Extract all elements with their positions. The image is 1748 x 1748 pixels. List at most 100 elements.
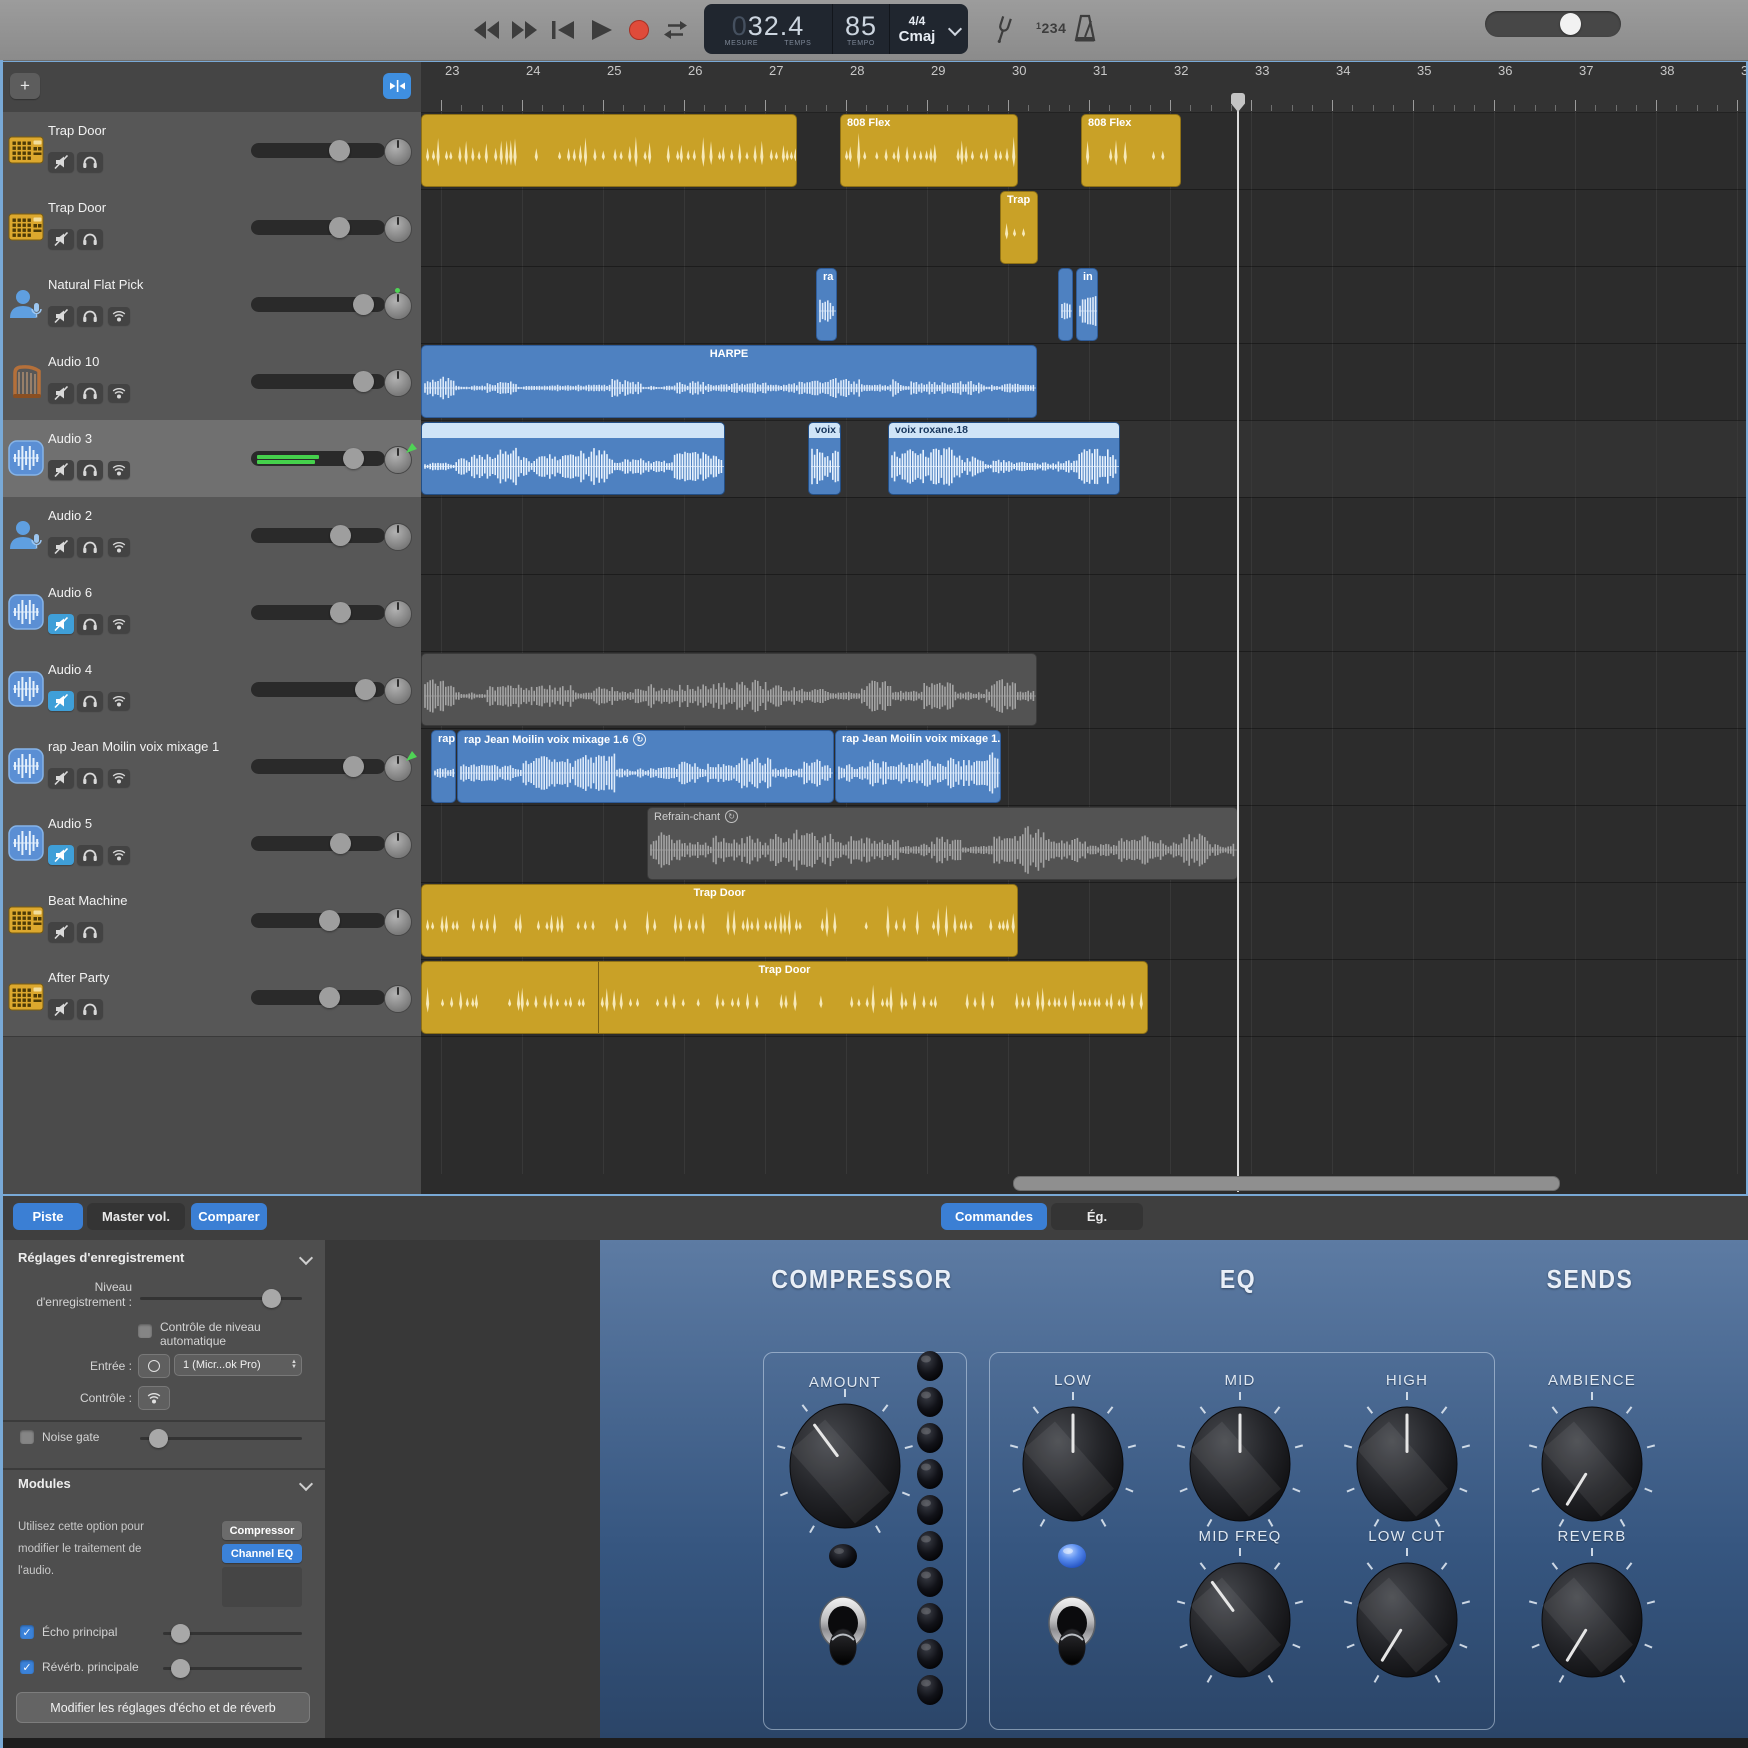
volume-thumb[interactable]: [330, 525, 351, 546]
solo-button[interactable]: [77, 845, 103, 865]
input-monitoring-button[interactable]: [108, 769, 130, 787]
volume-thumb[interactable]: [319, 987, 340, 1008]
volume-thumb[interactable]: [329, 217, 350, 238]
toggle-switch[interactable]: [814, 1590, 872, 1681]
knob-reverb[interactable]: [1524, 1545, 1660, 1700]
track-header-row-natural-flat-pick[interactable]: Natural Flat Pick: [0, 266, 421, 344]
volume-thumb[interactable]: [343, 448, 364, 469]
record-button[interactable]: [628, 19, 650, 46]
region-refrain-chant[interactable]: Refrain-chant↻: [647, 807, 1238, 880]
volume-slider[interactable]: [251, 836, 385, 851]
region-harpe[interactable]: HARPE: [421, 345, 1037, 418]
solo-button[interactable]: [77, 229, 103, 249]
master-volume-slider[interactable]: [1485, 11, 1621, 37]
recording-settings-header[interactable]: Réglages d'enregistrement: [18, 1250, 311, 1265]
volume-thumb[interactable]: [353, 371, 374, 392]
solo-button[interactable]: [77, 306, 103, 326]
reverb-slider[interactable]: [163, 1667, 302, 1670]
fast-forward-button[interactable]: [512, 21, 538, 44]
plugin-slot-empty[interactable]: [222, 1567, 302, 1607]
record-level-slider[interactable]: [140, 1297, 302, 1300]
reverb-checkbox[interactable]: ✓: [20, 1660, 34, 1674]
volume-slider[interactable]: [251, 297, 385, 312]
tab-piste[interactable]: Piste: [13, 1203, 83, 1230]
track-header-row-audio-10[interactable]: Audio 10: [0, 343, 421, 421]
modules-header[interactable]: Modules: [18, 1476, 311, 1491]
tab-comparer[interactable]: Comparer: [191, 1203, 267, 1230]
solo-button[interactable]: [77, 614, 103, 634]
knob-ambience[interactable]: [1524, 1389, 1660, 1544]
toggle-switch[interactable]: [1043, 1590, 1101, 1681]
knob-low[interactable]: [1005, 1389, 1141, 1544]
volume-slider[interactable]: [251, 759, 385, 774]
lcd-key-section[interactable]: 4/4 Cmaj: [889, 4, 944, 54]
input-format-button[interactable]: [138, 1354, 170, 1378]
volume-slider[interactable]: [251, 374, 385, 389]
solo-button[interactable]: [77, 537, 103, 557]
solo-button[interactable]: [77, 999, 103, 1019]
pan-knob[interactable]: [384, 677, 412, 705]
mute-button[interactable]: [48, 922, 74, 942]
go-to-beginning-button[interactable]: [552, 21, 575, 44]
region-in[interactable]: in: [1076, 268, 1098, 341]
mute-button[interactable]: [48, 383, 74, 403]
region-808-flex[interactable]: 808 Flex: [840, 114, 1018, 187]
master-volume-thumb[interactable]: [1560, 13, 1581, 35]
pan-knob[interactable]: [384, 908, 412, 936]
metronome-icon[interactable]: [1072, 14, 1098, 49]
region-trap-door[interactable]: Trap Door: [421, 961, 1148, 1034]
solo-button[interactable]: [77, 383, 103, 403]
solo-button[interactable]: [77, 691, 103, 711]
volume-slider[interactable]: [251, 913, 385, 928]
input-monitoring-button[interactable]: [108, 846, 130, 864]
region-ra[interactable]: ra: [816, 268, 837, 341]
volume-slider[interactable]: [251, 528, 385, 543]
track-header-row-beat-machine[interactable]: Beat Machine: [0, 882, 421, 960]
input-device-dropdown[interactable]: 1 (Micr...ok Pro) ▲▼: [174, 1354, 302, 1376]
noise-gate-thumb[interactable]: [149, 1429, 168, 1448]
pan-knob[interactable]: [384, 215, 412, 243]
pan-knob[interactable]: [384, 985, 412, 1013]
volume-slider[interactable]: [251, 605, 385, 620]
count-in-button[interactable]: 1234: [1036, 20, 1066, 36]
solo-button[interactable]: [77, 768, 103, 788]
catch-playhead-button[interactable]: [383, 73, 411, 99]
tab-commandes[interactable]: Commandes: [941, 1203, 1047, 1230]
auto-level-checkbox[interactable]: [138, 1324, 152, 1338]
mute-button[interactable]: [48, 614, 74, 634]
lcd-tempo-section[interactable]: 85 TEMPO: [832, 4, 889, 54]
pan-knob[interactable]: [384, 523, 412, 551]
lcd-display[interactable]: 032.4 MESURETEMPS 85 TEMPO 4/4 Cmaj: [704, 4, 968, 54]
track-header-row-rap-jean-moilin-voix-mixage-1[interactable]: rap Jean Moilin voix mixage 1: [0, 728, 421, 806]
chevron-down-icon[interactable]: [299, 1476, 313, 1490]
tab-master-vol[interactable]: Master vol.: [87, 1203, 185, 1230]
tab-g[interactable]: Ég.: [1051, 1203, 1143, 1230]
knob-mid[interactable]: [1172, 1389, 1308, 1544]
region-unnamed[interactable]: [1058, 268, 1073, 341]
track-header-row-trap-door[interactable]: Trap Door: [0, 112, 421, 190]
track-header-row-audio-2[interactable]: Audio 2: [0, 497, 421, 575]
add-track-button[interactable]: +: [10, 73, 40, 99]
rewind-button[interactable]: [474, 21, 500, 44]
plugin-channel-eq-button[interactable]: Channel EQ: [222, 1544, 302, 1563]
track-header-row-after-party[interactable]: After Party: [0, 959, 421, 1037]
knob-high[interactable]: [1339, 1389, 1475, 1544]
volume-thumb[interactable]: [355, 679, 376, 700]
mute-button[interactable]: [48, 845, 74, 865]
volume-thumb[interactable]: [319, 910, 340, 931]
input-monitoring-button[interactable]: [108, 307, 130, 325]
pan-knob[interactable]: [384, 138, 412, 166]
volume-thumb[interactable]: [329, 140, 350, 161]
mute-button[interactable]: [48, 229, 74, 249]
echo-thumb[interactable]: [171, 1624, 190, 1643]
solo-button[interactable]: [77, 460, 103, 480]
mute-button[interactable]: [48, 537, 74, 557]
knob-low-cut[interactable]: [1339, 1545, 1475, 1700]
region-trap-door[interactable]: Trap Door: [421, 884, 1018, 957]
region-voix-roxane-18[interactable]: voix roxane.18: [888, 422, 1120, 495]
track-header-row-trap-door[interactable]: Trap Door: [0, 189, 421, 267]
solo-button[interactable]: [77, 152, 103, 172]
echo-checkbox[interactable]: ✓: [20, 1625, 34, 1639]
region-rap-jean-moilin-voix-mixage-1[interactable]: rap Jean Moilin voix mixage 1.: [835, 730, 1001, 803]
pan-knob[interactable]: [384, 831, 412, 859]
